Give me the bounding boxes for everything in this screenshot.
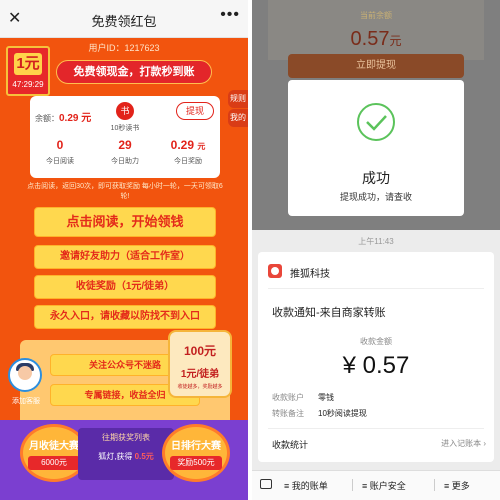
stat-value: 0.29 元	[158, 138, 218, 152]
badge-sub: 6000元	[28, 456, 80, 470]
card-caption: 10秒读书	[110, 125, 140, 132]
tab-more[interactable]: ≡ 更多	[444, 479, 470, 492]
success-modal: 成功 提现成功，请查收	[288, 80, 464, 216]
stat-unit: 元	[197, 142, 206, 151]
mine-tab[interactable]: 我的	[228, 109, 248, 127]
winner-row: 狐灯,获得 0.5元	[78, 451, 174, 462]
instruction-note: 点击阅读，返回30次，即可获取奖励 每小时一轮，一天可领取6轮!	[27, 183, 223, 200]
daily-ranking-badge[interactable]: 日排行大赛 奖励500元	[162, 424, 230, 482]
current-balance: 0.57元	[268, 28, 484, 51]
badge-title: 日排行大赛	[171, 441, 221, 452]
divider-line	[268, 428, 484, 429]
badge-title: 月收徒大赛	[29, 441, 79, 452]
divider-line	[268, 288, 484, 289]
detail-label: 收款账户	[272, 393, 304, 402]
prize-per: 1元/徒弟	[180, 369, 220, 380]
book-icon: 书	[116, 102, 134, 120]
coupon-badge[interactable]: 1元 47:29:29	[6, 46, 50, 96]
current-balance-label: 当前余额	[360, 11, 392, 20]
balance-number: 0.57	[350, 28, 390, 50]
rules-tab[interactable]: 规则	[228, 90, 248, 108]
detail-label: 转账备注	[272, 409, 304, 418]
winner-value: 0.5元	[134, 452, 154, 461]
detail-value: 10秒阅读提现	[318, 409, 367, 418]
prize-amount: 100元	[183, 344, 217, 358]
start-reading-button[interactable]: 点击阅读，开始领钱	[34, 207, 216, 237]
winners-list: 往期获奖列表 狐灯,获得 0.5元	[78, 428, 174, 480]
message-time: 上午11:43	[358, 237, 394, 246]
sender-name: 推狐科技	[290, 269, 330, 280]
keyboard-icon[interactable]	[260, 479, 272, 489]
coupon-timer: 47:29:29	[12, 80, 44, 89]
screenshot-root: ✕ 免费领红包 ••• 用户ID：1217623 1元 47:29:29 免费领…	[0, 0, 500, 500]
stat-reads: 0 今日阅读	[30, 138, 90, 166]
modal-title: 成功	[362, 170, 390, 186]
stats-card: 余额：0.29 元 书 10秒读书 提现 0 今日阅读 29 今日助力 0.29…	[30, 96, 220, 178]
detail-row: 收款账户 零钱	[272, 392, 334, 403]
ledger-link[interactable]: 进入记账本 ›	[441, 438, 486, 449]
tab-separator	[434, 479, 435, 491]
bottom-tabbar: ≡ 我的账单 ≡ 账户安全 ≡ 更多	[252, 470, 500, 500]
stat-label: 今日助力	[111, 158, 139, 165]
tab-separator	[352, 479, 353, 491]
detail-value: 零钱	[318, 393, 334, 402]
withdraw-button[interactable]: 提现	[176, 102, 214, 120]
prize-badge[interactable]: 100元 1元/徒弟 收徒越多，奖励越多	[168, 330, 232, 398]
balance-unit: 元	[389, 34, 402, 48]
apprentice-reward-button[interactable]: 收徒奖励（1元/徒弟）	[34, 275, 216, 299]
more-icon[interactable]: •••	[220, 6, 240, 24]
amount-value: ¥ 0.57	[342, 352, 410, 379]
stat-rewards: 0.29 元 今日奖励	[158, 138, 218, 166]
detail-row: 转账备注 10秒阅读提现	[272, 408, 367, 419]
prize-fine: 收徒越多，奖励越多	[177, 384, 223, 390]
winners-header: 往期获奖列表	[102, 433, 150, 442]
badge-sub: 奖励500元	[170, 456, 222, 470]
balance-card: 当前余额 0.57元	[268, 0, 484, 60]
stat-value: 0	[56, 138, 64, 152]
tab-my-bills[interactable]: ≡ 我的账单	[284, 479, 328, 492]
stat-assists: 29 今日助力	[95, 138, 155, 166]
sender-logo-icon	[268, 264, 282, 278]
redpacket-page: ✕ 免费领红包 ••• 用户ID：1217623 1元 47:29:29 免费领…	[0, 0, 248, 500]
winner-text: 狐灯,获得	[98, 452, 133, 461]
balance: 余额：0.29 元	[35, 109, 91, 124]
wechat-panel: 当前余额 0.57元 立即提现 成功 提现成功，请查收 上午11:43 推狐科技…	[252, 0, 500, 500]
stat-number: 0.29	[170, 138, 194, 152]
support-avatar[interactable]	[8, 358, 42, 392]
invite-friends-button[interactable]: 邀请好友助力（适合工作室）	[34, 245, 216, 269]
payment-message[interactable]: 推狐科技 收款通知-来自商家转账 收款金额 ¥ 0.57 收款账户 零钱 转账备注…	[258, 252, 494, 462]
withdraw-now-button[interactable]: 立即提现	[288, 54, 464, 78]
support-label[interactable]: 添加客服	[6, 396, 46, 406]
stat-label: 今日奖励	[174, 158, 202, 165]
permanent-entry-button[interactable]: 永久入口，请收藏以防找不到入口	[34, 305, 216, 329]
balance-label: 余额：	[35, 114, 59, 123]
promo-banner: 免费领现金，打款秒到账	[56, 60, 212, 84]
avatar-face	[18, 366, 32, 380]
stat-value: 29	[118, 138, 132, 152]
modal-subtitle: 提现成功，请查收	[339, 192, 412, 202]
amount-label: 收款金额	[360, 337, 392, 346]
coupon-amount: 1元	[14, 53, 42, 75]
receipt-summary-link[interactable]: 收款统计	[272, 438, 308, 451]
tab-account-security[interactable]: ≡ 账户安全	[362, 479, 406, 492]
page-title: 免费领红包	[91, 14, 157, 29]
nav-bar: ✕ 免费领红包 •••	[0, 0, 248, 38]
message-title: 收款通知-来自商家转账	[272, 307, 386, 319]
checkmark-icon	[357, 103, 395, 141]
stat-label: 今日阅读	[46, 158, 74, 165]
